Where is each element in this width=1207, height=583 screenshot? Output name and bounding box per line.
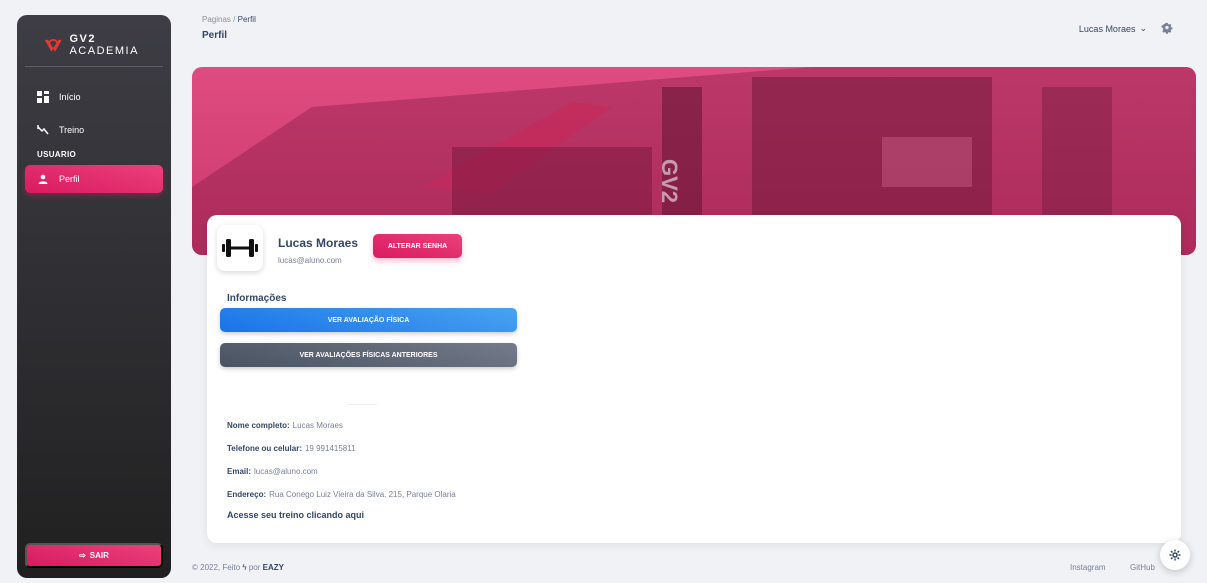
training-link[interactable]: Acesse seu treino clicando aqui [227,510,364,520]
footer-brand-link[interactable]: EAZY [263,563,284,572]
footer-link-instagram[interactable]: Instagram [1070,563,1106,572]
info-title: Informações [227,293,287,304]
page-title: Perfil [202,30,228,41]
detail-full-name: Nome completo: Lucas Moraes [227,421,343,430]
logout-icon: ⇨ [79,551,86,560]
trend-icon [37,124,49,136]
copyright-text: © 2022, Feito [192,563,241,572]
view-previous-assessments-button[interactable]: VER AVALIAÇÕES FÍSICAS ANTERIORES [220,343,517,367]
footer-link-github[interactable]: GitHub [1130,563,1155,572]
brand-name: GV2 ACADEMIA [69,32,139,57]
detail-phone: Telefone ou celular: 19 991415811 [227,444,356,453]
dashboard-icon [37,91,49,103]
profile-card: Lucas Moraes lucas@aluno.com ALTERAR SEN… [207,215,1181,543]
logout-label: SAIR [89,551,109,560]
settings-gear-icon[interactable] [1161,22,1173,34]
gear-icon [1169,549,1181,561]
detail-value: Rua Conego Luiz Vieira da Silva, 215, Pa… [269,490,456,499]
avatar [217,225,263,271]
detail-label: Endereço: [227,490,267,499]
detail-label: Email: [227,467,252,476]
detail-address: Endereço: Rua Conego Luiz Vieira da Silva… [227,490,456,499]
dumbbell-icon [222,239,258,257]
detail-value: lucas@aluno.com [254,467,318,476]
detail-label: Nome completo: [227,421,290,430]
profile-email: lucas@aluno.com [278,256,342,265]
detail-value: 19 991415811 [304,444,356,453]
profile-name: Lucas Moraes [278,236,359,250]
user-menu[interactable]: Lucas Moraes ⌄ [1079,23,1147,34]
breadcrumb-current: Perfil [237,15,256,24]
detail-value: Lucas Moraes [292,421,343,430]
configurator-button[interactable] [1160,540,1190,570]
logo-icon [44,38,62,52]
detail-email: Email: lucas@aluno.com [227,467,318,476]
divider [347,404,377,405]
sidebar-item-inicio[interactable]: Início [25,83,163,111]
brand[interactable]: GV2 ACADEMIA [25,15,163,67]
breadcrumb-separator: / [233,15,236,24]
detail-label: Telefone ou celular: [227,444,302,453]
chevron-down-icon: ⌄ [1139,23,1147,33]
person-icon [37,173,49,185]
breadcrumb-root[interactable]: Paginas [202,15,231,24]
sidebar-item-label: Início [59,92,81,102]
sidebar-item-label: Perfil [59,174,80,184]
bolt-icon: ϟ [242,563,247,572]
sidebar-section-title: USUARIO [37,150,76,159]
sidebar-item-treino[interactable]: Treino [25,116,163,144]
svg-text:GV2: GV2 [657,159,682,203]
breadcrumb: Paginas / Perfil [202,15,256,24]
by-text: por [248,563,261,572]
logout-button[interactable]: ⇨ SAIR [25,543,163,568]
sidebar-nav: Início Treino USUARIO Perfil [17,83,171,193]
sidebar: GV2 ACADEMIA Início Treino USUARIO Perfi… [17,15,171,578]
sidebar-item-perfil[interactable]: Perfil [25,165,163,193]
footer-copyright: © 2022, Feito ϟ por EAZY [192,563,284,572]
sidebar-item-label: Treino [59,125,85,135]
view-assessment-button[interactable]: VER AVALIAÇÃO FÍSICA [220,308,517,332]
user-name: Lucas Moraes [1078,23,1136,34]
change-password-button[interactable]: ALTERAR SENHA [373,234,462,258]
